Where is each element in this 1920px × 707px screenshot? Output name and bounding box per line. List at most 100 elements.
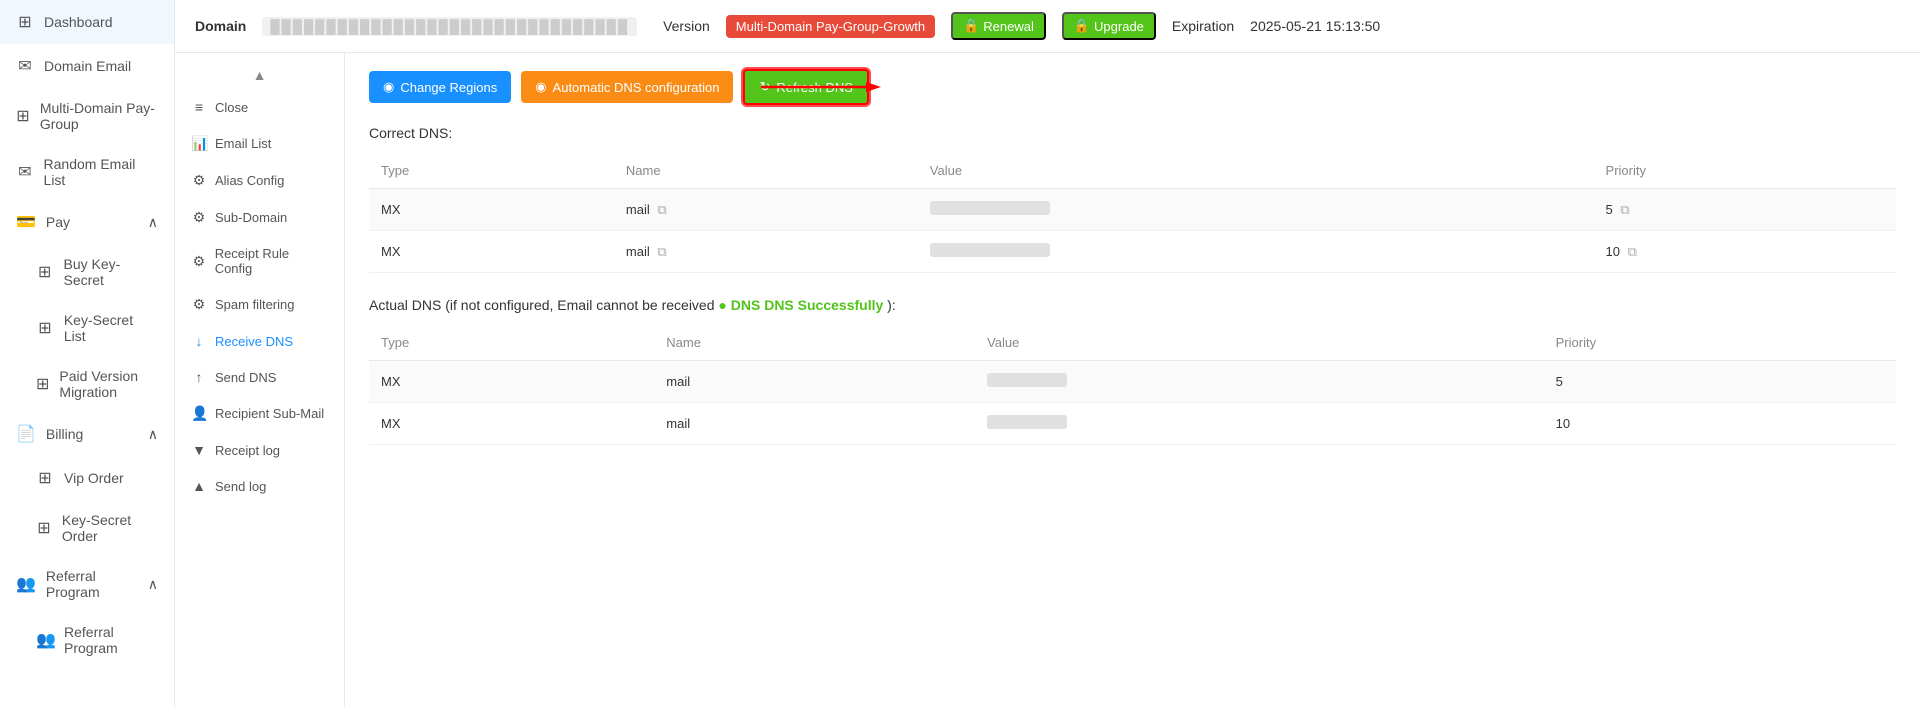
- sidebar-label-key-list: Key-Secret List: [64, 312, 158, 344]
- arrow-svg: [761, 79, 881, 95]
- referral-program-icon: 👥: [36, 630, 54, 650]
- row2-type: MX: [369, 231, 614, 273]
- multi-domain-icon: ⊞: [16, 106, 30, 126]
- submenu-send-log[interactable]: ▲ Send log: [175, 468, 344, 504]
- actual-dns-header: Actual DNS (if not configured, Email can…: [369, 297, 1896, 313]
- submenu-receipt-log[interactable]: ▼ Receipt log: [175, 432, 344, 468]
- content-wrap: ▲ ≡ Close 📊 Email List ⚙ Alias Config ⚙ …: [175, 53, 1920, 707]
- renewal-icon: 🔒: [963, 18, 979, 34]
- col-value-correct: Value: [918, 153, 1594, 189]
- referral-sub-menu: 👥 Referral Program: [0, 612, 174, 668]
- random-email-icon: ✉: [16, 162, 34, 182]
- submenu-email-list[interactable]: 📊 Email List: [175, 125, 344, 162]
- sidebar-label-multi-domain: Multi-Domain Pay-Group: [40, 100, 158, 132]
- copy-icon-1[interactable]: ⧉: [657, 202, 666, 217]
- submenu-receive-dns[interactable]: ↓ Receive DNS: [175, 323, 344, 359]
- copy-icon-2[interactable]: ⧉: [657, 244, 666, 259]
- dns-status-badge: ● DNS DNS Successfully: [718, 297, 883, 313]
- col-name-correct: Name: [614, 153, 918, 189]
- submenu-close-label: Close: [215, 100, 248, 115]
- sidebar-label-pay: Pay: [46, 214, 70, 230]
- sidebar-item-referral-program[interactable]: 👥 Referral Program: [20, 612, 174, 668]
- col-type-actual: Type: [369, 325, 654, 361]
- topbar: Domain ████████████████████████████████ …: [175, 0, 1920, 53]
- email-list-icon: 📊: [191, 135, 207, 152]
- submenu-recipient-sub-mail[interactable]: 👤 Recipient Sub-Mail: [175, 395, 344, 432]
- actual-row1-value: [975, 361, 1544, 403]
- sidebar-billing-group[interactable]: 📄 Billing ∧: [0, 412, 174, 456]
- copy-icon-p2[interactable]: ⧉: [1628, 244, 1637, 259]
- key-order-icon: ⊞: [36, 518, 52, 538]
- send-log-icon: ▲: [191, 478, 207, 494]
- automatic-dns-label: Automatic DNS configuration: [553, 80, 720, 95]
- key-list-icon: ⊞: [36, 318, 54, 338]
- actual-dns-table: Type Name Value Priority MX mail 5 MX: [369, 325, 1896, 445]
- copy-icon-p1[interactable]: ⧉: [1620, 202, 1629, 217]
- row2-name: mail ⧉: [614, 231, 918, 273]
- actual-row2-priority: 10: [1544, 403, 1896, 445]
- sidebar-label-domain-email: Domain Email: [44, 58, 131, 74]
- sidebar-referral-group[interactable]: 👥 Referral Program ∧: [0, 556, 174, 612]
- upgrade-label: Upgrade: [1094, 19, 1144, 34]
- renewal-label: Renewal: [983, 19, 1034, 34]
- automatic-dns-button[interactable]: ◉ Automatic DNS configuration: [521, 71, 733, 103]
- pay-icon: 💳: [16, 212, 36, 232]
- sidebar-item-multi-domain[interactable]: ⊞ Multi-Domain Pay-Group: [0, 88, 174, 144]
- close-icon: ≡: [191, 99, 207, 115]
- domain-email-icon: ✉: [16, 56, 34, 76]
- sidebar-item-domain-email[interactable]: ✉ Domain Email: [0, 44, 174, 88]
- actual-row2-name: mail: [654, 403, 975, 445]
- sidebar-label-referral-program: Referral Program: [64, 624, 158, 656]
- pay-sub-menu: ⊞ Buy Key-Secret ⊞ Key-Secret List ⊞ Pai…: [0, 244, 174, 412]
- renewal-button[interactable]: 🔒 Renewal: [951, 12, 1046, 40]
- sidebar-item-dashboard[interactable]: ⊞ Dashboard: [0, 0, 174, 44]
- col-priority-correct: Priority: [1594, 153, 1896, 189]
- expiration-label: Expiration: [1172, 18, 1234, 34]
- actual-dns-title: Actual DNS (if not configured, Email can…: [369, 297, 715, 313]
- sidebar-item-key-secret-order[interactable]: ⊞ Key-Secret Order: [20, 500, 174, 556]
- upgrade-icon: 🔒: [1074, 18, 1090, 34]
- sidebar-label-key-order: Key-Secret Order: [62, 512, 158, 544]
- scroll-up-btn[interactable]: ▲: [175, 61, 344, 89]
- billing-icon: 📄: [16, 424, 36, 444]
- chevron-up-referral-icon: ∧: [148, 576, 158, 593]
- submenu-receipt-rule-label: Receipt Rule Config: [215, 246, 328, 276]
- submenu-recipient-label: Recipient Sub-Mail: [215, 406, 324, 421]
- paid-migration-icon: ⊞: [36, 374, 49, 394]
- table-row: MX mail 10: [369, 403, 1896, 445]
- submenu-receipt-rule[interactable]: ⚙ Receipt Rule Config: [175, 236, 344, 286]
- submenu-send-log-label: Send log: [215, 479, 266, 494]
- buy-key-icon: ⊞: [36, 262, 53, 282]
- main-area: Domain ████████████████████████████████ …: [175, 0, 1920, 707]
- change-regions-button[interactable]: ◉ Change Regions: [369, 71, 511, 103]
- upgrade-button[interactable]: 🔒 Upgrade: [1062, 12, 1156, 40]
- submenu-email-list-label: Email List: [215, 136, 271, 151]
- submenu-receive-dns-label: Receive DNS: [215, 334, 293, 349]
- sidebar-item-random-email[interactable]: ✉ Random Email List: [0, 144, 174, 200]
- submenu-alias-label: Alias Config: [215, 173, 284, 188]
- sidebar-item-vip-order[interactable]: ⊞ Vip Order: [20, 456, 174, 500]
- receipt-log-icon: ▼: [191, 442, 207, 458]
- correct-dns-table: Type Name Value Priority MX mail ⧉ 5 ⧉ M…: [369, 153, 1896, 273]
- spam-icon: ⚙: [191, 296, 207, 313]
- actual-row2-type: MX: [369, 403, 654, 445]
- submenu-close[interactable]: ≡ Close: [175, 89, 344, 125]
- sidebar-pay-group[interactable]: 💳 Pay ∧: [0, 200, 174, 244]
- version-label: Version: [663, 18, 710, 34]
- referral-icon: 👥: [16, 574, 36, 594]
- dashboard-icon: ⊞: [16, 12, 34, 32]
- sidebar-item-key-secret-list[interactable]: ⊞ Key-Secret List: [20, 300, 174, 356]
- sidebar-label-billing: Billing: [46, 426, 83, 442]
- domain-label: Domain: [195, 18, 246, 34]
- submenu-alias-config[interactable]: ⚙ Alias Config: [175, 162, 344, 199]
- actual-row2-value: [975, 403, 1544, 445]
- submenu-spam-filtering[interactable]: ⚙ Spam filtering: [175, 286, 344, 323]
- submenu-sub-domain[interactable]: ⚙ Sub-Domain: [175, 199, 344, 236]
- submenu-send-dns[interactable]: ↑ Send DNS: [175, 359, 344, 395]
- recipient-sub-mail-icon: 👤: [191, 405, 207, 422]
- chevron-up-billing-icon: ∧: [148, 426, 158, 443]
- sidebar-item-paid-version-migration[interactable]: ⊞ Paid Version Migration: [20, 356, 174, 412]
- submenu-spam-label: Spam filtering: [215, 297, 294, 312]
- submenu-receipt-log-label: Receipt log: [215, 443, 280, 458]
- sidebar-item-buy-key-secret[interactable]: ⊞ Buy Key-Secret: [20, 244, 174, 300]
